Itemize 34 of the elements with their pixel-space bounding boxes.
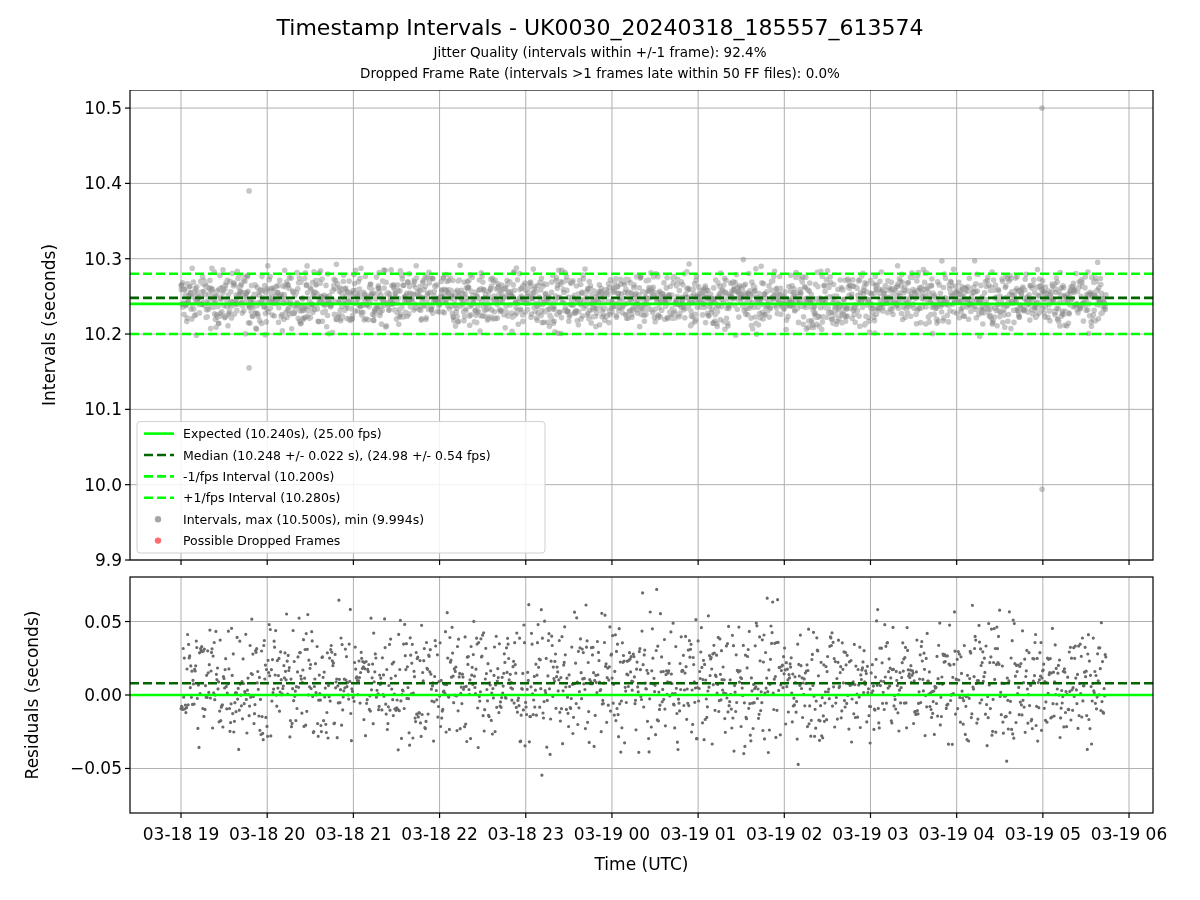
axis-tick-label: 03-19 06 xyxy=(1090,824,1168,844)
axis-tick-label: 03-19 05 xyxy=(1004,824,1082,844)
legend-label: Expected (10.240s), (25.00 fps) xyxy=(183,426,382,442)
axis-tick-label: 03-18 19 xyxy=(142,824,220,844)
chart-title: Timestamp Intervals - UK0030_20240318_185557_613574 xyxy=(276,14,924,42)
axis-tick-label: 03-19 01 xyxy=(659,824,737,844)
axis-tick-label: 0.00 xyxy=(84,685,122,705)
axis-tick-label: 03-19 03 xyxy=(832,824,909,844)
axis-tick-label: 0.05 xyxy=(84,611,122,632)
axis-label: Time (UTC) xyxy=(594,854,689,874)
chart-subtitle: Jitter Quality (intervals within +/-1 frame): 92.4% xyxy=(433,43,767,62)
axis-tick-label: 10.1 xyxy=(84,399,122,420)
legend-label: Intervals, max (10.500s), min (9.994s) xyxy=(183,511,425,527)
axis-tick-label: 03-18 22 xyxy=(401,824,478,844)
legend-label: Median (10.248 +/- 0.022 s), (24.98 +/- 0.54 fps) xyxy=(183,447,491,463)
axis-tick-label: 03-18 20 xyxy=(229,824,306,844)
axis-tick-label: 10.4 xyxy=(84,173,122,194)
axis-tick-label: 03-19 02 xyxy=(746,824,823,844)
axis-label: Residuals (seconds) xyxy=(22,610,42,780)
axis-tick-label: 10.0 xyxy=(84,474,122,495)
axis-tick-label: 03-18 23 xyxy=(487,824,564,844)
legend-label: +1/fps Interval (10.280s) xyxy=(183,490,341,506)
legend-label: -1/fps Interval (10.200s) xyxy=(183,468,335,484)
axis-tick-label: 10.5 xyxy=(84,98,122,119)
axis-tick-label: −0.05 xyxy=(69,758,122,779)
chart-subtitle: Dropped Frame Rate (intervals >1 frames late within 50 FF files): 0.0% xyxy=(360,64,840,83)
axis-tick-label: 10.3 xyxy=(84,248,122,269)
axis-tick-label: 03-19 00 xyxy=(573,824,651,844)
axis-tick-label: 03-18 21 xyxy=(315,824,392,844)
axis-label: Intervals (seconds) xyxy=(39,243,59,407)
axis-tick-label: 03-19 04 xyxy=(918,824,995,844)
legend-label: Possible Dropped Frames xyxy=(183,533,341,549)
axis-tick-label: 10.2 xyxy=(84,324,122,345)
axis-tick-label: 9.9 xyxy=(94,550,122,570)
